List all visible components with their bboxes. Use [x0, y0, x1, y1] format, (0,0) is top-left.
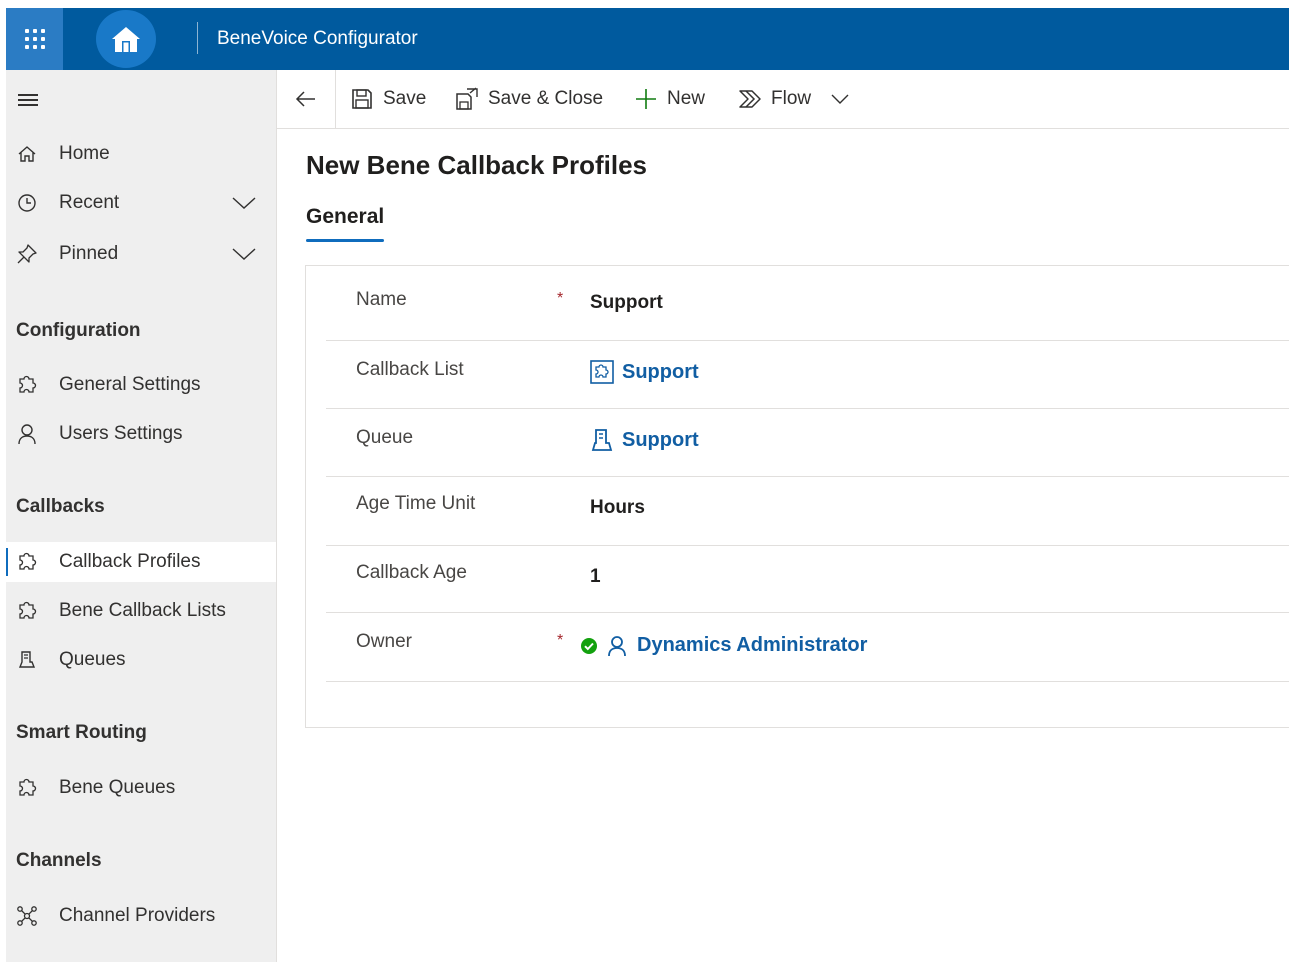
lookup-link[interactable]: Dynamics Administrator: [637, 634, 867, 657]
sidebar: Home Recent Pinned Configuration General…: [6, 70, 277, 962]
required-marker: *: [557, 632, 564, 649]
queue-icon: [16, 649, 38, 671]
name-input[interactable]: Support: [590, 292, 663, 314]
pin-icon: [16, 243, 38, 265]
save-label: Save: [383, 88, 427, 109]
clock-icon: [16, 192, 38, 214]
sidebar-item-label: Queues: [59, 649, 126, 670]
field-row-callback-age: Callback Age 1: [326, 546, 1289, 613]
back-button[interactable]: [277, 70, 336, 128]
sidebar-item-recent[interactable]: Recent: [6, 183, 276, 223]
person-icon: [608, 635, 626, 656]
sidebar-group-title: Channels: [16, 850, 102, 871]
field-label: Name: [356, 289, 407, 310]
save-icon: [350, 87, 374, 111]
arrow-left-icon: [295, 91, 315, 107]
home-icon: [16, 143, 38, 165]
field-label: Owner: [356, 631, 412, 652]
field-row-callback-list: Callback List Support: [326, 341, 1289, 409]
sidebar-item-home[interactable]: Home: [6, 134, 276, 174]
general-section: Name * Support Callback List Support Que…: [305, 265, 1289, 728]
app-launcher-button[interactable]: [6, 8, 63, 70]
queue-entity-icon: [591, 429, 613, 451]
sidebar-item-label: Channel Providers: [59, 905, 216, 926]
callback-age-input[interactable]: 1: [590, 566, 601, 588]
sidebar-item-pinned[interactable]: Pinned: [6, 234, 276, 274]
sidebar-item-label: Bene Callback Lists: [59, 600, 226, 621]
queue-lookup[interactable]: Support: [590, 428, 699, 452]
sidebar-item-bene-queues[interactable]: Bene Queues: [6, 768, 276, 808]
app-logo[interactable]: [96, 10, 156, 68]
field-label: Age Time Unit: [356, 493, 476, 514]
sidebar-item-general-settings[interactable]: General Settings: [6, 365, 276, 405]
field-label: Callback List: [356, 359, 464, 380]
sidebar-group-title: Smart Routing: [16, 722, 147, 743]
app-title[interactable]: BeneVoice Configurator: [217, 27, 418, 51]
sidebar-item-label: Callback Profiles: [59, 551, 201, 572]
tab-general[interactable]: General: [306, 205, 384, 229]
puzzle-entity-icon: [590, 360, 614, 384]
person-icon: [16, 423, 38, 445]
sidebar-group-title: Callbacks: [16, 496, 105, 517]
save-button[interactable]: Save: [350, 84, 426, 114]
sidebar-item-bene-callback-lists[interactable]: Bene Callback Lists: [6, 591, 276, 631]
chevron-down-icon[interactable]: [232, 195, 256, 216]
new-button[interactable]: New: [634, 84, 705, 114]
sidebar-item-channel-providers[interactable]: Channel Providers: [6, 896, 276, 936]
sidebar-item-label: Recent: [59, 192, 120, 213]
field-label: Queue: [356, 427, 414, 448]
age-time-unit-select[interactable]: Hours: [590, 497, 645, 519]
sidebar-item-label: Users Settings: [59, 423, 183, 444]
flow-icon: [738, 87, 762, 111]
tab-active-indicator: [306, 239, 384, 242]
lookup-link[interactable]: Support: [622, 361, 699, 384]
sidebar-item-label: Bene Queues: [59, 777, 176, 798]
network-icon: [16, 905, 38, 927]
puzzle-icon: [16, 374, 38, 396]
puzzle-icon: [16, 777, 38, 799]
required-marker: *: [557, 290, 564, 307]
sidebar-item-users-settings[interactable]: Users Settings: [6, 414, 276, 454]
save-and-close-button[interactable]: Save & Close: [455, 84, 603, 114]
chevron-down-icon[interactable]: [232, 246, 256, 267]
chevron-down-icon[interactable]: [831, 93, 849, 105]
sidebar-item-callback-profiles[interactable]: Callback Profiles: [6, 542, 276, 582]
field-row-name: Name * Support: [326, 266, 1289, 341]
command-bar: Save Save & Close New Flow: [277, 70, 1289, 129]
sidebar-item-label: Pinned: [59, 243, 119, 264]
callback-list-lookup[interactable]: Support: [590, 360, 699, 384]
field-row-queue: Queue Support: [326, 409, 1289, 477]
sidebar-item-queues[interactable]: Queues: [6, 640, 276, 680]
plus-icon: [634, 87, 658, 111]
new-label: New: [667, 88, 706, 109]
status-available-icon: [581, 637, 597, 654]
owner-lookup[interactable]: Dynamics Administrator: [580, 634, 867, 657]
header-divider: [197, 22, 198, 54]
field-row-owner: Owner * Dynamics Administrator: [326, 613, 1289, 682]
flow-button[interactable]: Flow: [738, 84, 849, 114]
house-logo-icon: [112, 27, 140, 52]
field-row-age-time-unit: Age Time Unit Hours: [326, 477, 1289, 546]
sidebar-item-label: Home: [59, 143, 110, 164]
puzzle-icon: [16, 600, 38, 622]
save-close-icon: [455, 87, 479, 111]
sidebar-item-label: General Settings: [59, 374, 201, 395]
save-and-close-label: Save & Close: [488, 88, 604, 109]
puzzle-icon: [16, 551, 38, 573]
top-bar: BeneVoice Configurator: [6, 8, 1289, 70]
waffle-icon: [24, 29, 45, 49]
flow-label: Flow: [771, 88, 812, 109]
lookup-link[interactable]: Support: [622, 429, 699, 452]
hamburger-menu-button[interactable]: [16, 90, 40, 110]
sidebar-group-title: Configuration: [16, 320, 141, 341]
field-label: Callback Age: [356, 562, 467, 583]
page-title: New Bene Callback Profiles: [306, 150, 648, 180]
